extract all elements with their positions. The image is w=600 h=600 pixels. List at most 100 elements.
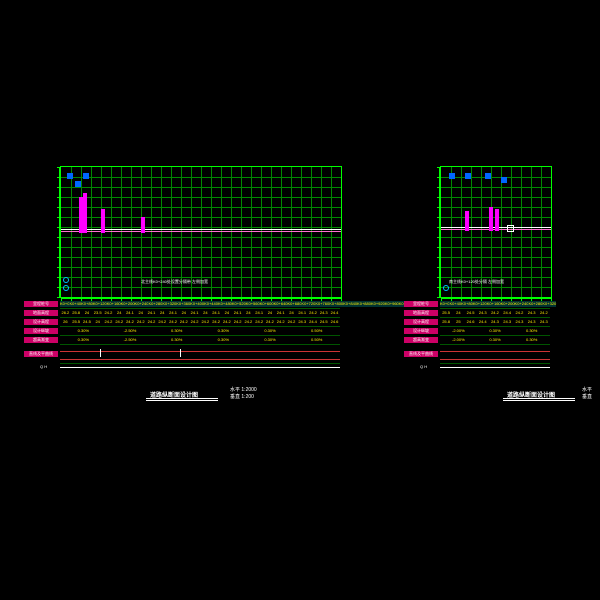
row-label: 里程桩号 xyxy=(404,301,438,307)
data-cell: 24.1 xyxy=(168,310,179,316)
data-cell: 0.30% xyxy=(200,328,247,334)
data-cell: 24.2 xyxy=(275,319,286,325)
data-cell: 24 xyxy=(157,310,168,316)
data-cell: 25.5 xyxy=(71,319,82,325)
data-cell: 24.3 xyxy=(297,319,308,325)
data-cell: K0+40 xyxy=(449,301,461,307)
row-label: 超高渐变 xyxy=(404,337,438,343)
scale-v-r: 垂直 xyxy=(582,393,592,400)
data-cell: 24.2 xyxy=(125,319,136,325)
data-cell: 24.2 xyxy=(286,319,297,325)
data-cell: K0+80 xyxy=(461,301,473,307)
data-cell: K0+0 xyxy=(440,301,449,307)
data-cell: K0+880 xyxy=(357,301,371,307)
data-cell: -2.50% xyxy=(107,337,154,343)
data-cell: 24.2 xyxy=(513,310,525,316)
data-cell: 24.3 xyxy=(477,310,489,316)
data-cell: 0.30% xyxy=(60,337,107,343)
data-cell: 24 xyxy=(82,310,93,316)
data-cell: 24.2 xyxy=(157,319,168,325)
data-cell: K0+160 xyxy=(487,301,501,307)
row-label-curve-r: 直线及平曲线 xyxy=(404,351,438,357)
data-cell: K0+960 xyxy=(385,301,399,307)
data-cell: K0+760 xyxy=(315,301,329,307)
data-cell: 24.2 xyxy=(221,319,232,325)
data-cell: K0+400 xyxy=(190,301,204,307)
left-grid: 北主线K0+240处设置分隔带 左侧加宽 xyxy=(60,166,342,298)
annotation-right: 南主线K0+120处分隔 左侧加宽 xyxy=(449,279,504,285)
data-cell: K0+200 xyxy=(501,301,515,307)
data-cell: 24.4 xyxy=(329,310,340,316)
data-cell: 24.5 xyxy=(318,319,329,325)
right-profile-panel: 南主线K0+120处分隔 左侧加宽 里程桩号K0+0K0+40K0+80K0+1… xyxy=(440,166,550,298)
data-cell: 24.5 xyxy=(82,319,93,325)
row-label: 设计高程 xyxy=(24,319,58,325)
data-cell: 24.1 xyxy=(125,310,136,316)
data-cell: K0+80 xyxy=(81,301,93,307)
data-cell: 24.2 xyxy=(114,319,125,325)
data-cell: 24.2 xyxy=(178,319,189,325)
data-cell: 26.2 xyxy=(60,310,71,316)
data-cell: 24.2 xyxy=(243,319,254,325)
scale-h-r: 水平 xyxy=(582,386,592,393)
data-cell: 24.2 xyxy=(254,319,265,325)
scale-h-l: 水平 1:2000 xyxy=(230,386,257,393)
left-data-table: 里程桩号K0+0K0+40K0+80K0+120K0+160K0+200K0+2… xyxy=(60,300,340,370)
data-cell: K0+720 xyxy=(301,301,315,307)
data-cell: 0.50% xyxy=(293,328,340,334)
data-cell: 24 xyxy=(114,310,125,316)
data-cell: 0.30% xyxy=(513,328,550,334)
data-cell: 24.1 xyxy=(275,310,286,316)
right-grid: 南主线K0+120处分隔 左侧加宽 xyxy=(440,166,552,298)
data-cell: 24 xyxy=(135,310,146,316)
data-cell: 0.50% xyxy=(293,337,340,343)
data-cell: 0.30% xyxy=(153,337,200,343)
data-cell: 24.2 xyxy=(308,310,319,316)
data-cell: -2.00% xyxy=(440,328,477,334)
data-cell: 24.2 xyxy=(232,319,243,325)
data-cell: 24.1 xyxy=(146,310,157,316)
data-cell: 24.1 xyxy=(189,310,200,316)
data-cell: 24.6 xyxy=(329,319,340,325)
data-cell: K0+560 xyxy=(246,301,260,307)
data-cell: 24.3 xyxy=(318,310,329,316)
data-cell: 24.3 xyxy=(526,319,538,325)
data-cell: 25.8 xyxy=(71,310,82,316)
data-cell: K0+440 xyxy=(204,301,218,307)
data-cell: 25.5 xyxy=(440,310,452,316)
data-cell: 0.30% xyxy=(477,328,514,334)
data-cell: 24 xyxy=(200,310,211,316)
data-cell: 0.30% xyxy=(247,328,294,334)
data-cell: 24.1 xyxy=(232,310,243,316)
data-cell: 24.2 xyxy=(103,310,114,316)
data-cell: 24 xyxy=(243,310,254,316)
data-cell: 24.3 xyxy=(538,319,550,325)
annotation-left-1: 北主线K0+240处设置分隔带 左侧加宽 xyxy=(141,279,208,285)
right-data-table: 里程桩号K0+0K0+40K0+80K0+120K0+160K0+200K0+2… xyxy=(440,300,550,370)
data-cell: K0+240 xyxy=(135,301,149,307)
data-cell: K0+120 xyxy=(473,301,487,307)
data-cell: K0+600 xyxy=(260,301,274,307)
cad-canvas: 北主线K0+240处设置分隔带 左侧加宽 里程桩号K0+0K0+40K0+80K… xyxy=(0,0,600,600)
data-cell: 0.30% xyxy=(247,337,294,343)
row-label: 设计纵坡 xyxy=(24,328,58,334)
row-label: 里程桩号 xyxy=(24,301,58,307)
data-cell: K0+240 xyxy=(515,301,529,307)
data-cell: 24.2 xyxy=(168,319,179,325)
data-cell: K0+160 xyxy=(107,301,121,307)
data-cell: 24.2 xyxy=(538,310,550,316)
row-label: 设计高程 xyxy=(404,319,438,325)
row-label: 超高渐变 xyxy=(24,337,58,343)
row-label: 地面高程 xyxy=(404,310,438,316)
data-cell: K0+40 xyxy=(69,301,81,307)
row-label: 地面高程 xyxy=(24,310,58,316)
data-cell: 24.2 xyxy=(265,319,276,325)
data-cell: K0+840 xyxy=(343,301,357,307)
data-cell: K0+200 xyxy=(121,301,135,307)
data-cell: 24.3 xyxy=(526,310,538,316)
data-cell: 24.2 xyxy=(189,319,200,325)
data-cell: 0.30% xyxy=(513,337,550,343)
data-cell: 23.5 xyxy=(92,310,103,316)
data-cell: 0.30% xyxy=(153,328,200,334)
data-cell: 0.30% xyxy=(60,328,107,334)
